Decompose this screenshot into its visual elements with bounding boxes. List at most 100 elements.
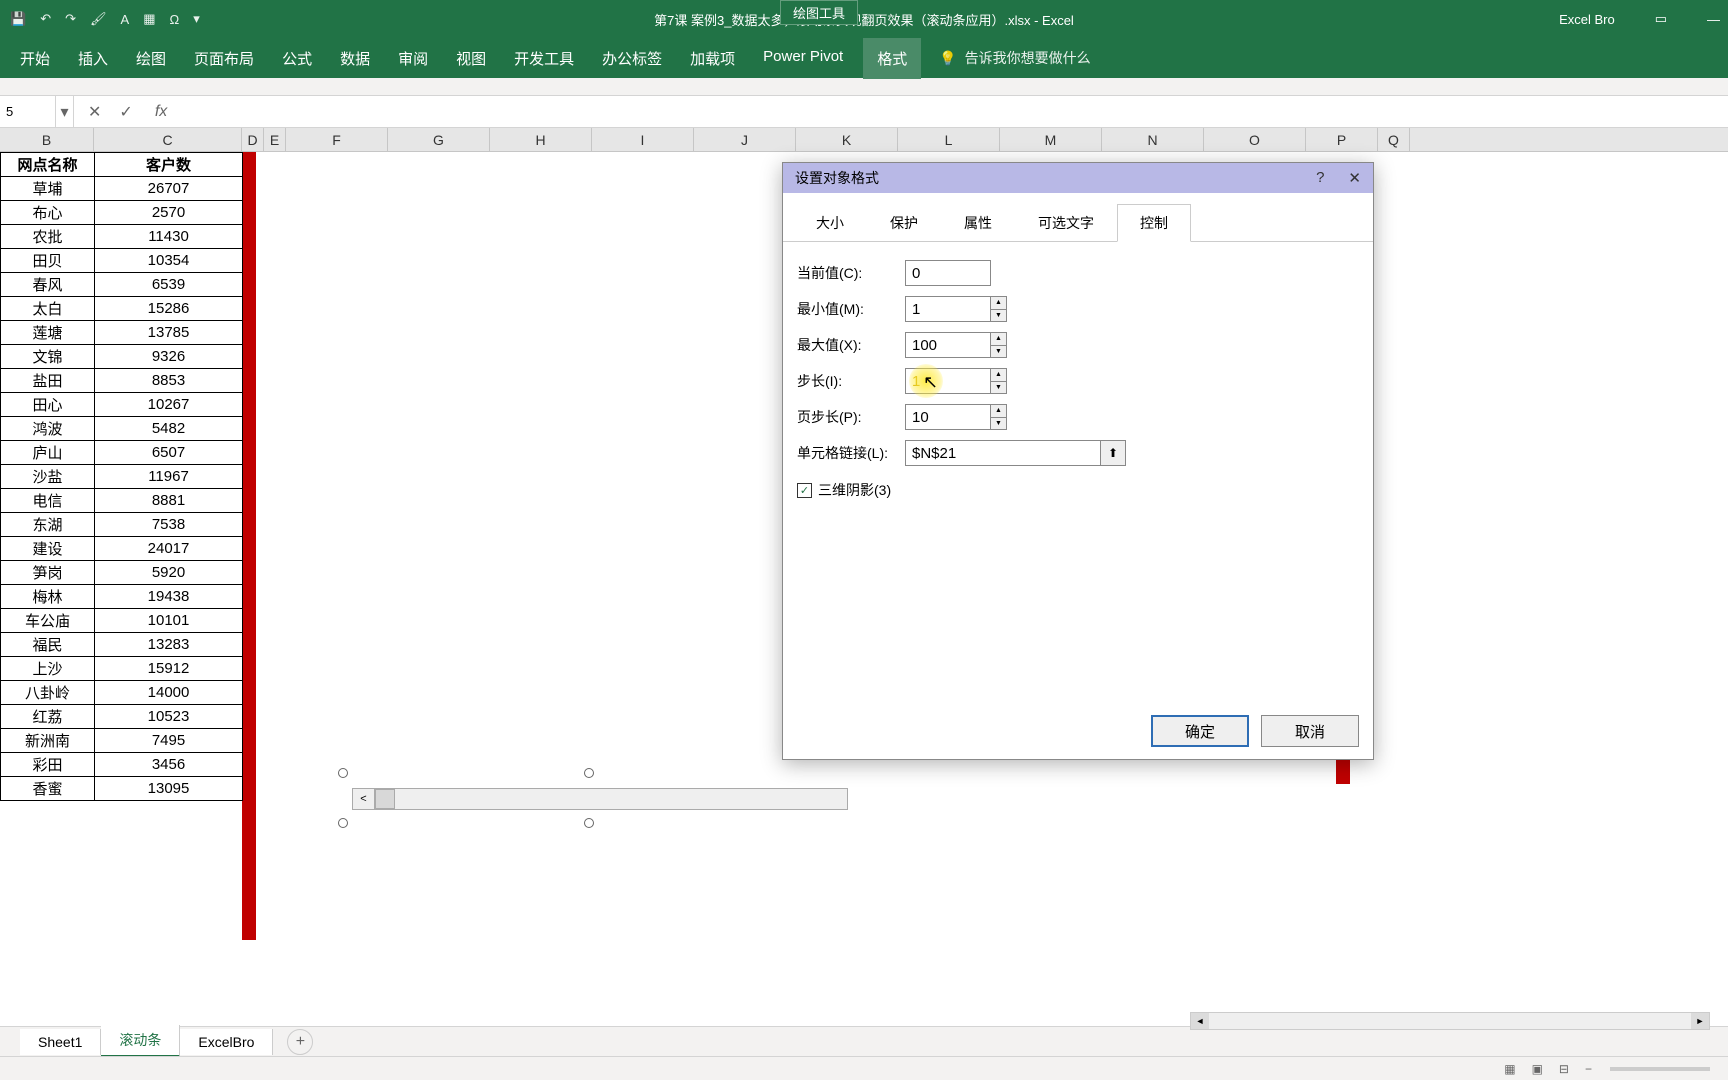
table-row[interactable]: 盐田8853 — [1, 369, 243, 393]
col-header[interactable]: N — [1102, 128, 1204, 151]
max-spinner[interactable]: ▲▼ — [991, 332, 1007, 358]
col-header[interactable]: O — [1204, 128, 1306, 151]
cell-count[interactable]: 8853 — [95, 369, 243, 393]
spin-down-icon[interactable]: ▼ — [991, 382, 1006, 394]
cell-count[interactable]: 5920 — [95, 561, 243, 585]
cell-link-input[interactable] — [905, 440, 1101, 466]
cell-count[interactable]: 6507 — [95, 441, 243, 465]
min-value-input[interactable] — [905, 296, 991, 322]
formula-input[interactable] — [175, 96, 1728, 127]
current-value-input[interactable] — [905, 260, 991, 286]
table-row[interactable]: 笋岗5920 — [1, 561, 243, 585]
cell-name[interactable]: 鸿波 — [1, 417, 95, 441]
cell-count[interactable]: 10354 — [95, 249, 243, 273]
tab-数据[interactable]: 数据 — [326, 38, 384, 79]
table-row[interactable]: 梅林19438 — [1, 585, 243, 609]
table-row[interactable]: 东湖7538 — [1, 513, 243, 537]
table-row[interactable]: 福民13283 — [1, 633, 243, 657]
cell-count[interactable]: 11430 — [95, 225, 243, 249]
cell-name[interactable]: 庐山 — [1, 441, 95, 465]
dialog-tab-控制[interactable]: 控制 — [1117, 204, 1191, 242]
tab-插入[interactable]: 插入 — [64, 38, 122, 79]
table-row[interactable]: 农批11430 — [1, 225, 243, 249]
cell-name[interactable]: 八卦岭 — [1, 681, 95, 705]
spin-up-icon[interactable]: ▲ — [991, 297, 1006, 310]
table-row[interactable]: 沙盐11967 — [1, 465, 243, 489]
cell-name[interactable]: 盐田 — [1, 369, 95, 393]
col-header[interactable]: G — [388, 128, 490, 151]
cell-name[interactable]: 香蜜 — [1, 777, 95, 801]
dialog-titlebar[interactable]: 设置对象格式 ? ✕ — [783, 163, 1373, 193]
omega-icon[interactable]: Ω — [169, 12, 179, 27]
col-header[interactable]: F — [286, 128, 388, 151]
table-row[interactable]: 鸿波5482 — [1, 417, 243, 441]
cell-name[interactable]: 草埔 — [1, 177, 95, 201]
col-header[interactable]: M — [1000, 128, 1102, 151]
cell-count[interactable]: 9326 — [95, 345, 243, 369]
cell-name[interactable]: 车公庙 — [1, 609, 95, 633]
enter-formula-icon[interactable]: ✓ — [119, 102, 132, 122]
tab-审阅[interactable]: 审阅 — [384, 38, 442, 79]
table-row[interactable]: 上沙15912 — [1, 657, 243, 681]
cell-count[interactable]: 15912 — [95, 657, 243, 681]
spin-down-icon[interactable]: ▼ — [991, 346, 1006, 358]
tab-format[interactable]: 格式 — [863, 38, 921, 79]
table-row[interactable]: 草埔26707 — [1, 177, 243, 201]
col-header[interactable]: D — [242, 128, 264, 151]
zoom-slider[interactable] — [1610, 1067, 1710, 1071]
cell-name[interactable]: 东湖 — [1, 513, 95, 537]
range-selector-icon[interactable]: ⬆ — [1100, 440, 1126, 466]
spin-down-icon[interactable]: ▼ — [991, 418, 1006, 430]
table-row[interactable]: 建设24017 — [1, 537, 243, 561]
col-header[interactable]: I — [592, 128, 694, 151]
tab-开发工具[interactable]: 开发工具 — [500, 38, 588, 79]
scrollbar-form-control[interactable]: < — [338, 768, 848, 828]
tab-加载项[interactable]: 加载项 — [676, 38, 749, 79]
user-name[interactable]: Excel Bro — [1559, 12, 1615, 27]
spin-down-icon[interactable]: ▼ — [991, 310, 1006, 322]
cell-name[interactable]: 太白 — [1, 297, 95, 321]
cell-count[interactable]: 13785 — [95, 321, 243, 345]
cell-count[interactable]: 10267 — [95, 393, 243, 417]
page-layout-view-icon[interactable]: ▣ — [1526, 1060, 1549, 1078]
tab-公式[interactable]: 公式 — [268, 38, 326, 79]
shadow-checkbox[interactable]: ✓ — [797, 483, 812, 498]
cell-count[interactable]: 10101 — [95, 609, 243, 633]
col-header[interactable]: Q — [1378, 128, 1410, 151]
undo-icon[interactable]: ↶ — [40, 11, 51, 27]
cell-name[interactable]: 新洲南 — [1, 729, 95, 753]
cell-count[interactable]: 14000 — [95, 681, 243, 705]
cell-name[interactable]: 红荔 — [1, 705, 95, 729]
spin-up-icon[interactable]: ▲ — [991, 333, 1006, 346]
table-row[interactable]: 文锦9326 — [1, 345, 243, 369]
col-header[interactable]: L — [898, 128, 1000, 151]
scroll-right-icon[interactable]: ► — [1691, 1013, 1709, 1029]
page-spinner[interactable]: ▲▼ — [991, 404, 1007, 430]
cancel-button[interactable]: 取消 — [1261, 715, 1359, 747]
spin-up-icon[interactable]: ▲ — [991, 369, 1006, 382]
table-row[interactable]: 新洲南7495 — [1, 729, 243, 753]
cell-count[interactable]: 13095 — [95, 777, 243, 801]
tab-页面布局[interactable]: 页面布局 — [180, 38, 268, 79]
cell-name[interactable]: 沙盐 — [1, 465, 95, 489]
col-header[interactable]: J — [694, 128, 796, 151]
table-row[interactable]: 太白15286 — [1, 297, 243, 321]
qat-more-icon[interactable]: ▾ — [193, 11, 200, 27]
zoom-out-icon[interactable]: − — [1579, 1060, 1598, 1078]
cell-name[interactable]: 笋岗 — [1, 561, 95, 585]
ok-button[interactable]: 确定 — [1151, 715, 1249, 747]
table-row[interactable]: 香蜜13095 — [1, 777, 243, 801]
scrollbar-track[interactable]: < — [352, 788, 848, 810]
cell-count[interactable]: 3456 — [95, 753, 243, 777]
cell-count[interactable]: 19438 — [95, 585, 243, 609]
page-break-view-icon[interactable]: ⊟ — [1553, 1060, 1575, 1078]
tell-me-search[interactable]: 💡 告诉我你想要做什么 — [939, 48, 1090, 68]
tab-Power Pivot[interactable]: Power Pivot — [749, 38, 857, 79]
col-header[interactable]: E — [264, 128, 286, 151]
col-header[interactable]: P — [1306, 128, 1378, 151]
tab-绘图[interactable]: 绘图 — [122, 38, 180, 79]
dialog-tab-大小[interactable]: 大小 — [793, 204, 867, 242]
tab-开始[interactable]: 开始 — [6, 38, 64, 79]
min-spinner[interactable]: ▲▼ — [991, 296, 1007, 322]
normal-view-icon[interactable]: ▦ — [1498, 1060, 1521, 1078]
